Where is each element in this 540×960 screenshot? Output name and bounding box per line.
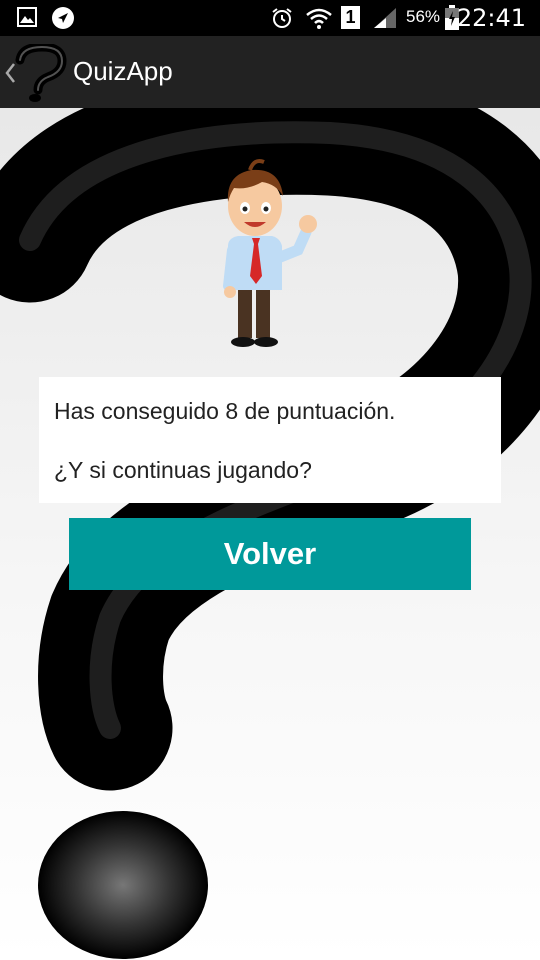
up-navigation[interactable] (0, 36, 70, 108)
mascot-illustration (223, 159, 317, 347)
back-button[interactable]: Volver (69, 518, 471, 590)
clock: 22:41 (456, 4, 526, 32)
status-bar: 1 56% 22:41 (0, 0, 540, 36)
image-icon (17, 7, 37, 27)
sim-slot-number: 1 (345, 7, 356, 27)
signal-icon (374, 8, 396, 28)
battery-percent: 56% (406, 7, 441, 26)
alarm-icon (272, 8, 292, 28)
wifi-icon (306, 8, 332, 29)
result-screen: Has conseguido 8 de puntuación. ¿Y si co… (0, 108, 540, 960)
result-message-card: Has conseguido 8 de puntuación. ¿Y si co… (39, 377, 501, 503)
question-logo-icon (15, 44, 67, 102)
sim-icon: 1 (341, 6, 360, 29)
score-text: Has conseguido 8 de puntuación. (54, 398, 396, 424)
action-bar: QuizApp (0, 36, 540, 108)
continue-prompt-text: ¿Y si continuas jugando? (54, 457, 312, 483)
app-title: QuizApp (73, 56, 173, 86)
navigation-icon (52, 7, 74, 29)
